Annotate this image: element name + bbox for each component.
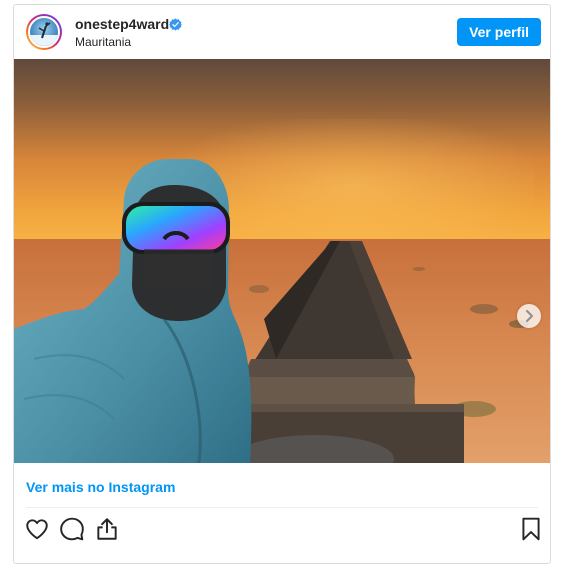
- bookmark-icon[interactable]: [518, 516, 544, 542]
- avatar[interactable]: [26, 14, 62, 50]
- chevron-right-icon: [526, 310, 533, 322]
- see-more-on-instagram-link[interactable]: Ver mais no Instagram: [26, 479, 175, 495]
- avatar-figure-icon: [30, 22, 58, 46]
- post-photo[interactable]: [14, 59, 550, 463]
- view-profile-button[interactable]: Ver perfil: [457, 18, 541, 46]
- instagram-embed-card: onestep4ward Mauritania Ver perfil Ver m…: [13, 4, 551, 564]
- avatar-image: [28, 16, 60, 48]
- comment-icon[interactable]: [59, 516, 85, 542]
- post-header: onestep4ward Mauritania Ver perfil: [14, 5, 550, 59]
- carousel-next-button[interactable]: [517, 304, 541, 328]
- desert-train-selfie-image: [14, 59, 550, 463]
- divider: [26, 507, 538, 508]
- heart-icon[interactable]: [24, 516, 50, 542]
- post-location[interactable]: Mauritania: [75, 35, 131, 49]
- verified-badge-icon: [169, 18, 182, 31]
- username[interactable]: onestep4ward: [75, 16, 169, 32]
- share-icon[interactable]: [94, 516, 120, 542]
